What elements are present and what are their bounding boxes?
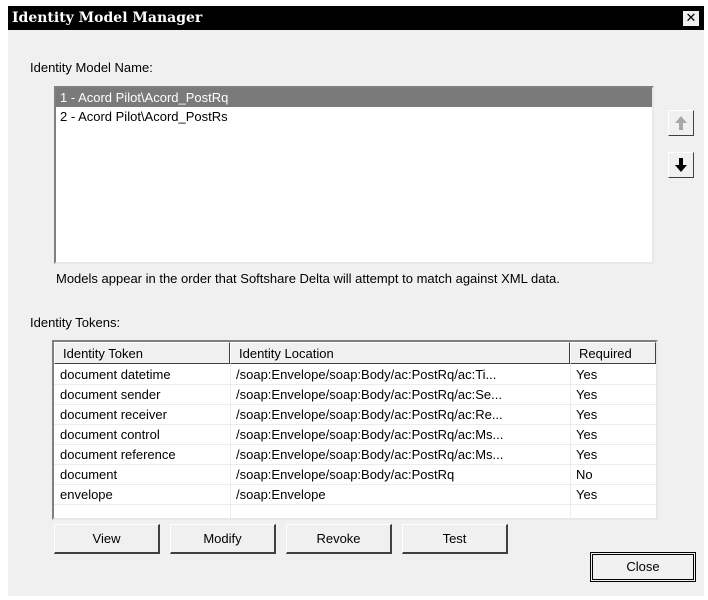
column-header-required[interactable]: Required: [570, 342, 656, 364]
model-list[interactable]: 1 - Acord Pilot\Acord_PostRq 2 - Acord P…: [54, 86, 654, 264]
move-down-button[interactable]: [668, 152, 694, 178]
close-icon[interactable]: ✕: [682, 10, 700, 27]
location-cell: /soap:Envelope/soap:Body/ac:PostRq: [236, 467, 455, 482]
view-button-label: View: [92, 531, 121, 546]
revoke-button[interactable]: Revoke: [286, 524, 392, 554]
model-name-label: Identity Model Name:: [30, 60, 153, 75]
table-row[interactable]: envelope /soap:Envelope Yes: [54, 485, 656, 505]
table-header: Identity Token Identity Location Require…: [54, 342, 656, 364]
model-list-item-1[interactable]: 1 - Acord Pilot\Acord_PostRq: [56, 88, 652, 107]
token-cell: document reference: [60, 447, 176, 462]
close-button-label: Close: [626, 559, 660, 574]
column-header-identity-location[interactable]: Identity Location: [230, 342, 570, 364]
location-cell: /soap:Envelope/soap:Body/ac:PostRq/ac:Ms…: [236, 447, 504, 462]
arrow-down-icon: [675, 158, 687, 172]
table-row[interactable]: document sender /soap:Envelope/soap:Body…: [54, 385, 656, 405]
close-button[interactable]: Close: [590, 552, 696, 582]
arrow-up-icon: [675, 116, 687, 130]
table-row[interactable]: document reference /soap:Envelope/soap:B…: [54, 445, 656, 465]
token-cell: document control: [60, 427, 160, 442]
modify-button[interactable]: Modify: [170, 524, 276, 554]
test-button[interactable]: Test: [402, 524, 508, 554]
window-title: Identity Model Manager: [12, 10, 203, 26]
table-row[interactable]: document control /soap:Envelope/soap:Bod…: [54, 425, 656, 445]
modify-button-label: Modify: [203, 531, 242, 546]
location-cell: /soap:Envelope/soap:Body/ac:PostRq/ac:Re…: [236, 407, 503, 422]
location-cell: /soap:Envelope/soap:Body/ac:PostRq/ac:Ti…: [236, 367, 497, 382]
table-row[interactable]: document datetime /soap:Envelope/soap:Bo…: [54, 365, 656, 385]
location-cell: /soap:Envelope/soap:Body/ac:PostRq/ac:Ms…: [236, 427, 504, 442]
move-up-button[interactable]: [668, 110, 694, 136]
identity-model-manager-dialog: Identity Model Manager ✕ Identity Model …: [8, 6, 704, 596]
identity-tokens-table[interactable]: Identity Token Identity Location Require…: [52, 340, 658, 520]
column-header-identity-token[interactable]: Identity Token: [54, 342, 230, 364]
token-cell: envelope: [60, 487, 113, 502]
token-cell: document sender: [60, 387, 161, 402]
revoke-button-label: Revoke: [316, 531, 361, 546]
table-row[interactable]: document /soap:Envelope/soap:Body/ac:Pos…: [54, 465, 656, 485]
token-cell: document: [60, 467, 118, 482]
location-cell: /soap:Envelope/soap:Body/ac:PostRq/ac:Se…: [236, 387, 502, 402]
view-button[interactable]: View: [54, 524, 160, 554]
token-cell: document datetime: [60, 367, 171, 382]
table-row[interactable]: document receiver /soap:Envelope/soap:Bo…: [54, 405, 656, 425]
title-bar: Identity Model Manager ✕: [8, 6, 704, 30]
model-list-item-2[interactable]: 2 - Acord Pilot\Acord_PostRs: [56, 107, 652, 126]
required-cell: Yes: [576, 447, 598, 462]
required-cell: Yes: [576, 427, 598, 442]
test-button-label: Test: [442, 531, 467, 546]
required-cell: Yes: [576, 487, 598, 502]
location-cell: /soap:Envelope: [236, 487, 326, 502]
required-cell: No: [576, 467, 593, 482]
required-cell: Yes: [576, 367, 598, 382]
model-order-note: Models appear in the order that Softshar…: [56, 271, 560, 286]
identity-tokens-label: Identity Tokens:: [30, 315, 121, 330]
required-cell: Yes: [576, 387, 598, 402]
required-cell: Yes: [576, 407, 598, 422]
token-cell: document receiver: [60, 407, 167, 422]
